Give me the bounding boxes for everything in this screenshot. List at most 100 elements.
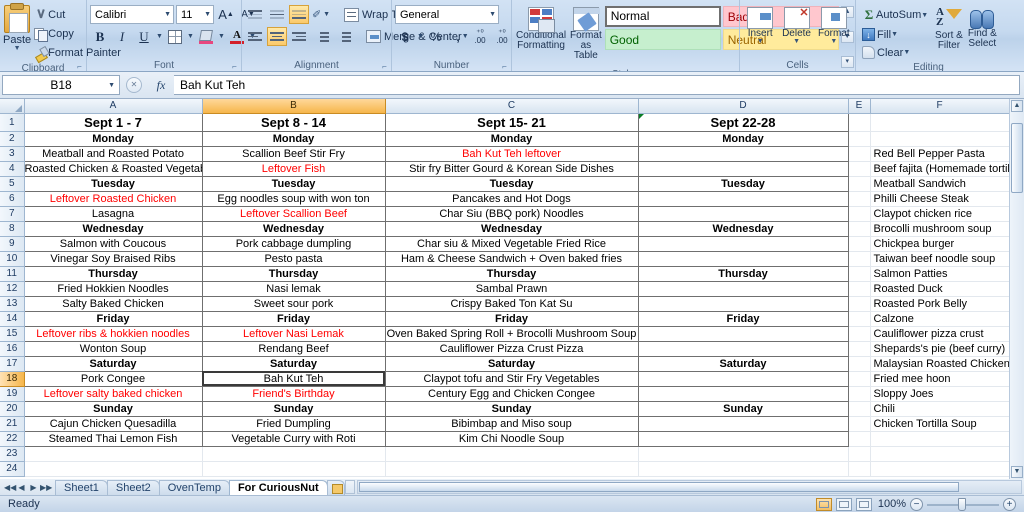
cell-D14[interactable]: Friday <box>637 310 849 327</box>
find-select-button[interactable]: Find & Select <box>967 4 998 50</box>
cell-A5[interactable]: Tuesday <box>23 175 203 192</box>
cell-D13[interactable] <box>637 295 849 312</box>
cell-E14[interactable] <box>847 310 871 327</box>
cell-B20[interactable]: Sunday <box>201 400 386 417</box>
cell-E22[interactable] <box>847 430 871 447</box>
cell-A22[interactable]: Steamed Thai Lemon Fish <box>23 430 203 447</box>
cell-B21[interactable]: Fried Dumpling <box>201 415 386 432</box>
cell-B2[interactable]: Monday <box>201 130 386 147</box>
cell-C12[interactable]: Sambal Prawn <box>384 280 639 297</box>
cell-B7[interactable]: Leftover Scallion Beef <box>201 205 386 222</box>
cell-D20[interactable]: Sunday <box>637 400 849 417</box>
page-break-preview-button[interactable] <box>856 497 872 511</box>
cell-D17[interactable]: Saturday <box>637 355 849 372</box>
cell-D4[interactable] <box>637 160 849 177</box>
underline-button[interactable]: U <box>134 27 154 46</box>
cell-B4[interactable]: Leftover Fish <box>201 160 386 177</box>
cell-E11[interactable] <box>847 265 871 282</box>
borders-button[interactable] <box>165 27 185 46</box>
cell-A14[interactable]: Friday <box>23 310 203 327</box>
increase-decimal-button[interactable]: ⁺⁰ .00 <box>470 27 490 46</box>
cell-F6[interactable]: Philli Cheese Steak <box>869 190 1010 207</box>
cell-B24[interactable] <box>201 460 386 477</box>
cell-C13[interactable]: Crispy Baked Ton Kat Su <box>384 295 639 312</box>
cell-F24[interactable] <box>869 460 1010 477</box>
cell-B16[interactable]: Rendang Beef <box>201 340 386 357</box>
sheet-tab-oventemp[interactable]: OvenTemp <box>158 479 230 495</box>
cell-D15[interactable] <box>637 325 849 342</box>
percent-button[interactable]: % <box>426 27 446 46</box>
prev-sheet-icon[interactable]: ◀ <box>16 483 27 492</box>
column-header-f[interactable]: F <box>870 99 1010 114</box>
cell-E6[interactable] <box>847 190 871 207</box>
row-header-23[interactable]: 23 <box>0 446 25 462</box>
align-middle-button[interactable] <box>267 5 287 24</box>
row-header-16[interactable]: 16 <box>0 341 25 357</box>
cell-C19[interactable]: Century Egg and Chicken Congee <box>384 385 639 402</box>
cell-C7[interactable]: Char Siu (BBQ pork) Noodles <box>384 205 639 222</box>
last-sheet-icon[interactable]: ▶▶ <box>40 483 52 492</box>
cell-D21[interactable] <box>637 415 849 432</box>
cell-F21[interactable]: Chicken Tortilla Soup <box>869 415 1010 432</box>
cell-A11[interactable]: Thursday <box>23 265 203 282</box>
zoom-slider-handle[interactable] <box>958 497 966 511</box>
font-name-combo[interactable]: Calibri ▼ <box>90 5 174 24</box>
cell-A19[interactable]: Leftover salty baked chicken <box>23 385 203 402</box>
row-header-14[interactable]: 14 <box>0 311 25 327</box>
cell-D10[interactable] <box>637 250 849 267</box>
row-header-2[interactable]: 2 <box>0 131 25 147</box>
column-header-a[interactable]: A <box>24 99 203 114</box>
cell-D9[interactable] <box>637 235 849 252</box>
align-top-button[interactable] <box>245 5 265 24</box>
cell-F12[interactable]: Roasted Duck <box>869 280 1010 297</box>
cell-A2[interactable]: Monday <box>23 130 203 147</box>
clipboard-dialog-launcher[interactable]: ⌐ <box>75 62 84 71</box>
cell-B10[interactable]: Pesto pasta <box>201 250 386 267</box>
cell-B13[interactable]: Sweet sour pork <box>201 295 386 312</box>
cell-A7[interactable]: Lasagna <box>23 205 203 222</box>
cell-E19[interactable] <box>847 385 871 402</box>
vertical-scroll-thumb[interactable] <box>1011 123 1023 193</box>
cell-C5[interactable]: Tuesday <box>384 175 639 192</box>
column-header-c[interactable]: C <box>385 99 639 114</box>
orientation-button[interactable]: ✐ ▼ <box>311 5 331 24</box>
cell-B12[interactable]: Nasi lemak <box>201 280 386 297</box>
chevron-down-icon[interactable]: ▼ <box>108 82 115 89</box>
insert-function-button[interactable]: fx <box>148 78 174 93</box>
row-header-17[interactable]: 17 <box>0 356 25 372</box>
cell-C17[interactable]: Saturday <box>384 355 639 372</box>
cell-A8[interactable]: Wednesday <box>23 220 203 237</box>
cell-C16[interactable]: Cauliflower Pizza Crust Pizza <box>384 340 639 357</box>
format-cells-button[interactable]: Format ▼ <box>816 4 852 45</box>
cell-style-good[interactable]: Good <box>604 29 721 50</box>
cell-E1[interactable] <box>847 112 871 132</box>
cell-F1[interactable] <box>869 112 1010 132</box>
cell-B1[interactable]: Sept 8 - 14 <box>201 112 386 132</box>
cell-E3[interactable] <box>847 145 871 162</box>
horizontal-scroll-thumb[interactable] <box>358 482 959 492</box>
decrease-decimal-button[interactable]: ⁺⁰ .00 <box>492 27 512 46</box>
cell-C1[interactable]: Sept 15- 21 <box>384 112 639 132</box>
cell-E9[interactable] <box>847 235 871 252</box>
fill-color-button[interactable] <box>196 27 216 46</box>
cell-C3[interactable]: Bah Kut Teh leftover <box>384 145 639 162</box>
cell-D6[interactable] <box>637 190 849 207</box>
select-all-corner[interactable] <box>0 99 25 114</box>
row-header-19[interactable]: 19 <box>0 386 25 402</box>
cell-B18[interactable]: Bah Kut Teh <box>201 370 386 387</box>
zoom-slider[interactable] <box>927 497 999 511</box>
row-header-13[interactable]: 13 <box>0 296 25 312</box>
cell-E18[interactable] <box>847 370 871 387</box>
row-header-8[interactable]: 8 <box>0 221 25 237</box>
tab-split-handle[interactable] <box>344 480 355 494</box>
name-box[interactable]: B18 ▼ <box>2 75 120 95</box>
cell-E21[interactable] <box>847 415 871 432</box>
zoom-in-button[interactable]: + <box>1003 497 1016 511</box>
align-center-button[interactable] <box>267 27 287 46</box>
cell-D12[interactable] <box>637 280 849 297</box>
first-sheet-icon[interactable]: ◀◀ <box>4 483 16 492</box>
formula-input[interactable]: Bah Kut Teh <box>174 75 1020 95</box>
cell-A3[interactable]: Meatball and Roasted Potato <box>23 145 203 162</box>
row-header-3[interactable]: 3 <box>0 146 25 162</box>
cell-D23[interactable] <box>637 445 849 462</box>
